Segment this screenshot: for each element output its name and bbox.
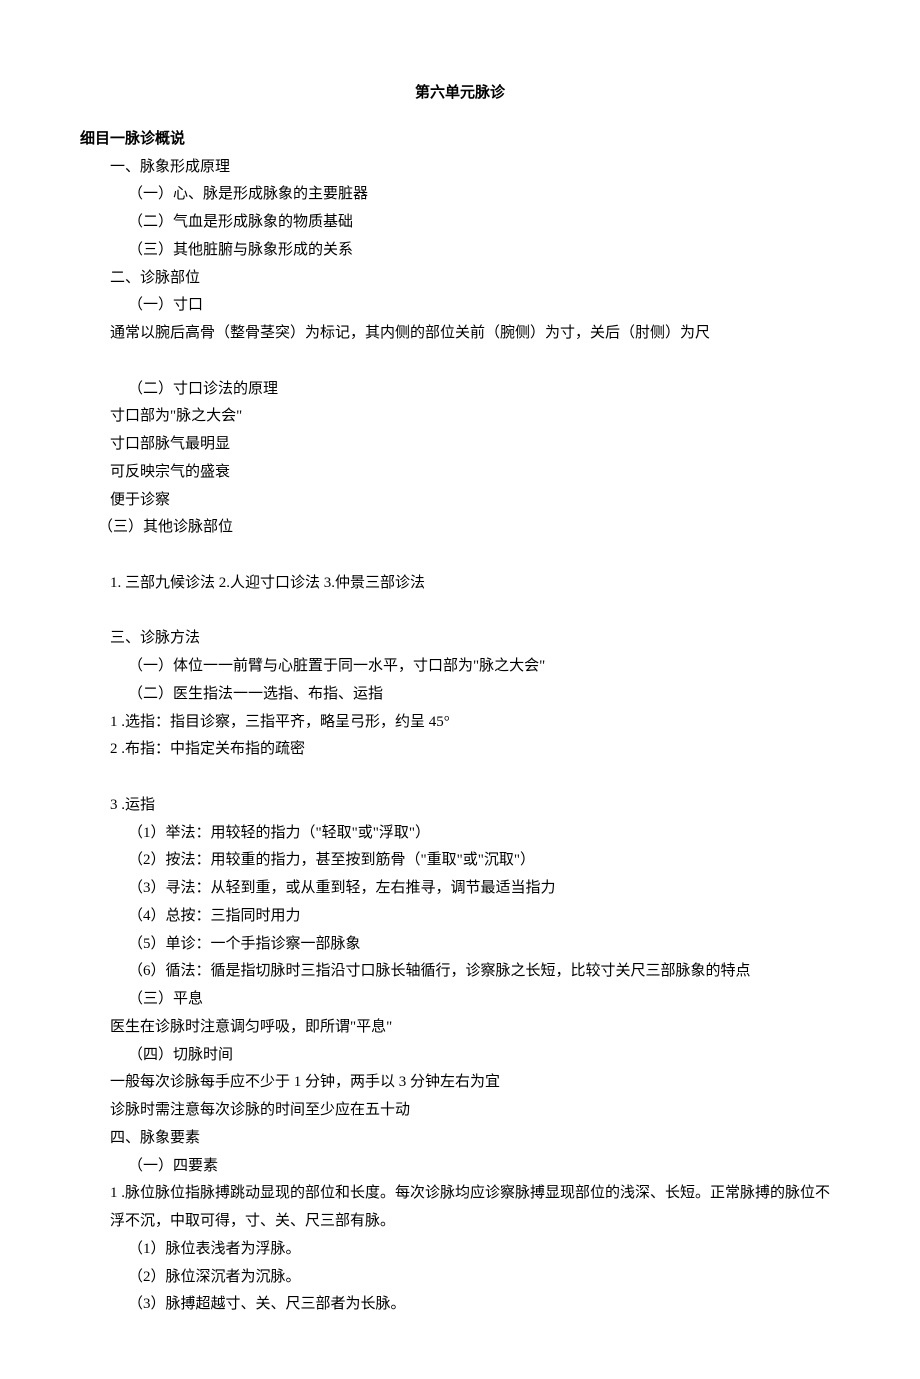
body-text: （二）医生指法一一选指、布指、运指 bbox=[128, 681, 840, 709]
body-text: 寸口部为"脉之大会" bbox=[110, 403, 840, 431]
body-text: 通常以腕后高骨（整骨茎突）为标记，其内侧的部位关前（腕侧）为寸，关后（肘侧）为尺 bbox=[110, 320, 840, 348]
body-text: 诊脉时需注意每次诊脉的时间至少应在五十动 bbox=[110, 1097, 840, 1125]
body-text: 1 .选指：指目诊察，三指平齐，略呈弓形，约呈 45° bbox=[110, 709, 840, 737]
blank-line bbox=[80, 598, 840, 626]
body-text: 一、脉象形成原理 bbox=[110, 154, 840, 182]
body-text: 二、诊脉部位 bbox=[110, 265, 840, 293]
body-text: （三）平息 bbox=[128, 986, 840, 1014]
body-text: （三）其他脏腑与脉象形成的关系 bbox=[128, 237, 840, 265]
body-text: （一）心、脉是形成脉象的主要脏器 bbox=[128, 181, 840, 209]
body-text: 1. 三部九候诊法 2.人迎寸口诊法 3.仲景三部诊法 bbox=[110, 570, 840, 598]
body-text: 可反映宗气的盛衰 bbox=[110, 459, 840, 487]
body-text: （一）寸口 bbox=[128, 292, 840, 320]
body-text: （2）按法：用较重的指力，甚至按到筋骨（"重取"或"沉取"） bbox=[128, 847, 840, 875]
body-text: （一）四要素 bbox=[128, 1153, 840, 1181]
body-text: （2）脉位深沉者为沉脉。 bbox=[128, 1264, 840, 1292]
body-text: （三）其他诊脉部位 bbox=[98, 514, 840, 542]
blank-line bbox=[80, 764, 840, 792]
body-text: 医生在诊脉时注意调匀呼吸，即所谓"平息" bbox=[110, 1014, 840, 1042]
body-text: 2 .布指：中指定关布指的疏密 bbox=[110, 736, 840, 764]
blank-line bbox=[80, 542, 840, 570]
body-text: （4）总按：三指同时用力 bbox=[128, 903, 840, 931]
body-text: 三、诊脉方法 bbox=[110, 625, 840, 653]
body-text: 四、脉象要素 bbox=[110, 1125, 840, 1153]
body-text: （二）气血是形成脉象的物质基础 bbox=[128, 209, 840, 237]
body-text: （5）单诊：一个手指诊察一部脉象 bbox=[128, 931, 840, 959]
body-text: （1）脉位表浅者为浮脉。 bbox=[128, 1236, 840, 1264]
body-text: （3）脉搏超越寸、关、尺三部者为长脉。 bbox=[128, 1291, 840, 1319]
body-text: （6）循法：循是指切脉时三指沿寸口脉长轴循行，诊察脉之长短，比较寸关尺三部脉象的… bbox=[128, 958, 840, 986]
page-title: 第六单元脉诊 bbox=[80, 80, 840, 108]
section-heading: 细目一脉诊概说 bbox=[80, 126, 840, 154]
body-text: （四）切脉时间 bbox=[128, 1042, 840, 1070]
body-text: 便于诊察 bbox=[110, 487, 840, 515]
blank-line bbox=[80, 348, 840, 376]
body-text: 1 .脉位脉位指脉搏跳动显现的部位和长度。每次诊脉均应诊察脉搏显现部位的浅深、长… bbox=[110, 1180, 840, 1236]
body-text: （1）举法：用较轻的指力（"轻取"或"浮取"） bbox=[128, 820, 840, 848]
body-text: 寸口部脉气最明显 bbox=[110, 431, 840, 459]
body-text: （3）寻法：从轻到重，或从重到轻，左右推寻，调节最适当指力 bbox=[128, 875, 840, 903]
body-text: 一般每次诊脉每手应不少于 1 分钟，两手以 3 分钟左右为宜 bbox=[110, 1069, 840, 1097]
body-text: （二）寸口诊法的原理 bbox=[128, 376, 840, 404]
body-text: 3 .运指 bbox=[110, 792, 840, 820]
body-text: （一）体位一一前臂与心脏置于同一水平，寸口部为"脉之大会" bbox=[128, 653, 840, 681]
